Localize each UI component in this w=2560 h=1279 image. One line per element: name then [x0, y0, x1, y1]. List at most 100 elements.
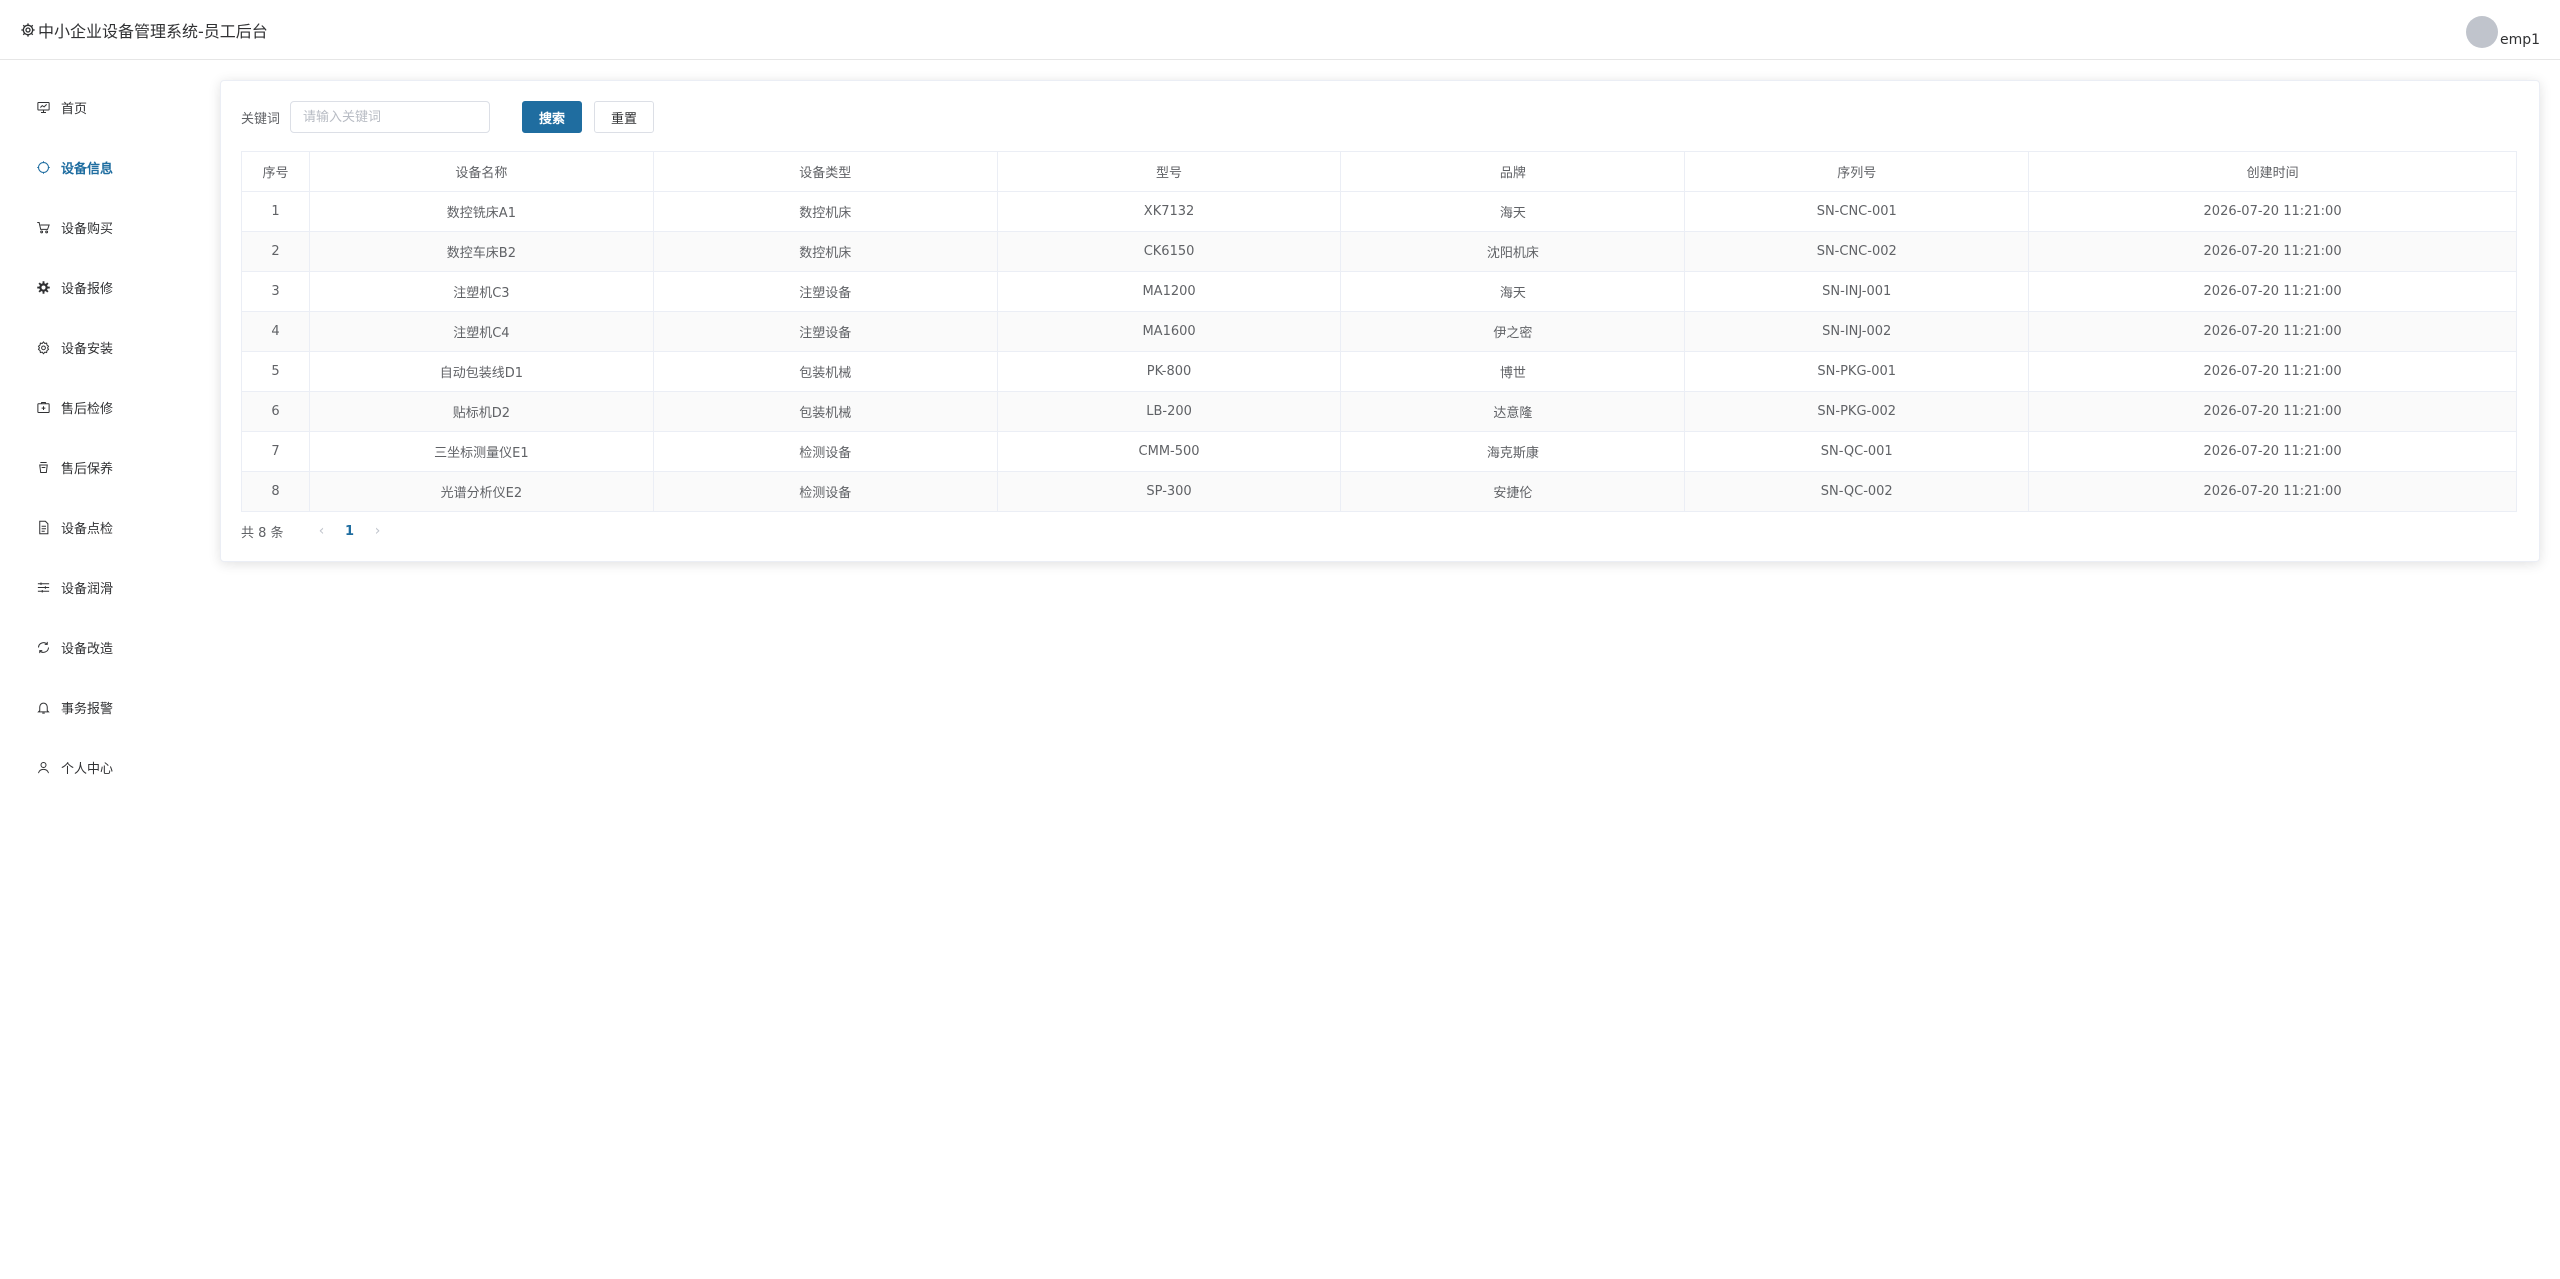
table-cell: CMM-500: [996, 431, 1342, 472]
sidebar-item-device-retrofit[interactable]: 设备改造: [0, 617, 200, 677]
brand: 中小企业设备管理系统-员工后台: [20, 18, 268, 42]
table-cell: 数控车床B2: [308, 231, 654, 272]
gear-icon: [21, 23, 35, 37]
user-icon: [35, 759, 51, 775]
sidebar-item-label: 事务报警: [61, 701, 114, 717]
sidebar-item-label: 售后检修: [61, 401, 114, 417]
table-cell: 5: [241, 351, 310, 392]
sidebar-item-label: 设备购买: [61, 221, 114, 237]
avatar[interactable]: [2465, 16, 2498, 48]
table-cell: 三坐标测量仪E1: [308, 431, 654, 472]
briefcase-icon: [35, 399, 51, 415]
table-cell: 2026-07-20 11:21:00: [2028, 391, 2517, 432]
sidebar-item-device-install[interactable]: 设备安装: [0, 317, 200, 377]
table-header: 序号 设备名称 设备类型 型号 品牌 序列号 创建时间: [241, 151, 2517, 192]
column-header: 创建时间: [2028, 151, 2517, 192]
user-menu[interactable]: emp1: [2465, 12, 2540, 48]
table-cell: 达意隆: [1340, 391, 1686, 432]
table-cell: 8: [241, 471, 310, 512]
table-row[interactable]: 7 三坐标测量仪E1 检测设备 CMM-500 海克斯康 SN-QC-001 2…: [241, 431, 2517, 472]
table-header-row: 序号 设备名称 设备类型 型号 品牌 序列号 创建时间: [241, 151, 2517, 192]
table-cell: XK7132: [996, 191, 1342, 232]
table-cell: 检测设备: [652, 471, 998, 512]
table-cell: 海克斯康: [1340, 431, 1686, 472]
table-cell: 海天: [1340, 271, 1686, 312]
sidebar-item-home[interactable]: 首页: [0, 77, 200, 137]
gear-icon: [35, 279, 51, 295]
table-cell: 伊之密: [1340, 311, 1686, 352]
table-cell: SN-CNC-001: [1684, 191, 2030, 232]
bell-icon: [35, 699, 51, 715]
column-header: 序列号: [1684, 151, 2030, 192]
table-cell: SN-CNC-002: [1684, 231, 2030, 272]
table-cell: 数控机床: [652, 191, 998, 232]
sidebar-item-label: 首页: [61, 101, 88, 117]
sidebar-item-device-repair[interactable]: 设备报修: [0, 257, 200, 317]
table-row[interactable]: 4 注塑机C4 注塑设备 MA1600 伊之密 SN-INJ-002 2026-…: [241, 311, 2517, 352]
document-icon: [35, 519, 51, 535]
sidebar-item-device-inspection[interactable]: 设备点检: [0, 497, 200, 557]
table-row[interactable]: 6 贴标机D2 包装机械 LB-200 达意隆 SN-PKG-002 2026-…: [241, 391, 2517, 432]
device-icon: [35, 159, 51, 175]
table-cell: 贴标机D2: [308, 391, 654, 432]
table-cell: 2026-07-20 11:21:00: [2028, 471, 2517, 512]
search-button[interactable]: 搜索: [522, 101, 583, 133]
cup-icon: [35, 459, 51, 475]
table-cell: 2026-07-20 11:21:00: [2028, 231, 2517, 272]
table-cell: 1: [241, 191, 310, 232]
table-cell: 2026-07-20 11:21:00: [2028, 271, 2517, 312]
sidebar: 首页 设备信息 设备购买 设备报修 设备安装 售后检修 售后保养 设备点检 设备…: [0, 61, 200, 1279]
table-row[interactable]: 1 数控铣床A1 数控机床 XK7132 海天 SN-CNC-001 2026-…: [241, 191, 2517, 232]
top-header: 中小企业设备管理系统-员工后台 emp1: [0, 0, 2560, 60]
prev-page-icon[interactable]: ‹: [308, 523, 336, 539]
setting-icon: [35, 339, 51, 355]
device-table: 序号 设备名称 设备类型 型号 品牌 序列号 创建时间 1 数控铣床A1 数控机…: [241, 151, 2517, 512]
table-cell: SN-QC-002: [1684, 471, 2030, 512]
table-cell: 2026-07-20 11:21:00: [2028, 311, 2517, 352]
sidebar-item-alarm[interactable]: 事务报警: [0, 677, 200, 737]
keyword-input[interactable]: [290, 101, 491, 133]
table-cell: 注塑设备: [652, 311, 998, 352]
next-page-icon[interactable]: ›: [364, 523, 392, 539]
sidebar-item-after-sales-maintenance[interactable]: 售后保养: [0, 437, 200, 497]
table-cell: 7: [241, 431, 310, 472]
sidebar-item-profile[interactable]: 个人中心: [0, 737, 200, 797]
table-cell: 6: [241, 391, 310, 432]
table-cell: 注塑机C3: [308, 271, 654, 312]
table-cell: 检测设备: [652, 431, 998, 472]
reset-button[interactable]: 重置: [594, 101, 655, 133]
table-cell: SN-PKG-002: [1684, 391, 2030, 432]
table-cell: SN-PKG-001: [1684, 351, 2030, 392]
column-header: 设备类型: [652, 151, 998, 192]
column-header: 序号: [241, 151, 310, 192]
table-cell: 4: [241, 311, 310, 352]
table-row[interactable]: 5 自动包装线D1 包装机械 PK-800 博世 SN-PKG-001 2026…: [241, 351, 2517, 392]
sidebar-item-label: 设备安装: [61, 341, 114, 357]
table-cell: 包装机械: [652, 351, 998, 392]
table-cell: 博世: [1340, 351, 1686, 392]
table-cell: MA1200: [996, 271, 1342, 312]
table-cell: 2026-07-20 11:21:00: [2028, 191, 2517, 232]
table-row[interactable]: 8 光谱分析仪E2 检测设备 SP-300 安捷伦 SN-QC-002 2026…: [241, 471, 2517, 512]
username[interactable]: emp1: [2500, 32, 2540, 48]
table-cell: CK6150: [996, 231, 1342, 272]
table-cell: 数控机床: [652, 231, 998, 272]
sidebar-item-device-lubrication[interactable]: 设备润滑: [0, 557, 200, 617]
column-header: 品牌: [1340, 151, 1686, 192]
table-row[interactable]: 2 数控车床B2 数控机床 CK6150 沈阳机床 SN-CNC-002 202…: [241, 231, 2517, 272]
table-cell: 注塑机C4: [308, 311, 654, 352]
sidebar-item-label: 设备润滑: [61, 581, 114, 597]
table-cell: SN-INJ-002: [1684, 311, 2030, 352]
content-card: 关键词 搜索 重置 序号 设备名称 设备类型 型号 品牌 序列号 创建时间: [220, 80, 2540, 562]
sidebar-item-after-sales-repair[interactable]: 售后检修: [0, 377, 200, 437]
sidebar-item-device-purchase[interactable]: 设备购买: [0, 197, 200, 257]
sidebar-item-label: 设备点检: [61, 521, 114, 537]
table-cell: 2: [241, 231, 310, 272]
table-row[interactable]: 3 注塑机C3 注塑设备 MA1200 海天 SN-INJ-001 2026-0…: [241, 271, 2517, 312]
table-cell: 2026-07-20 11:21:00: [2028, 351, 2517, 392]
sidebar-item-label: 设备报修: [61, 281, 114, 297]
sidebar-item-label: 设备改造: [61, 641, 114, 657]
table-cell: 3: [241, 271, 310, 312]
page-number-1[interactable]: 1: [336, 524, 364, 539]
sidebar-item-device-info[interactable]: 设备信息: [0, 137, 200, 197]
